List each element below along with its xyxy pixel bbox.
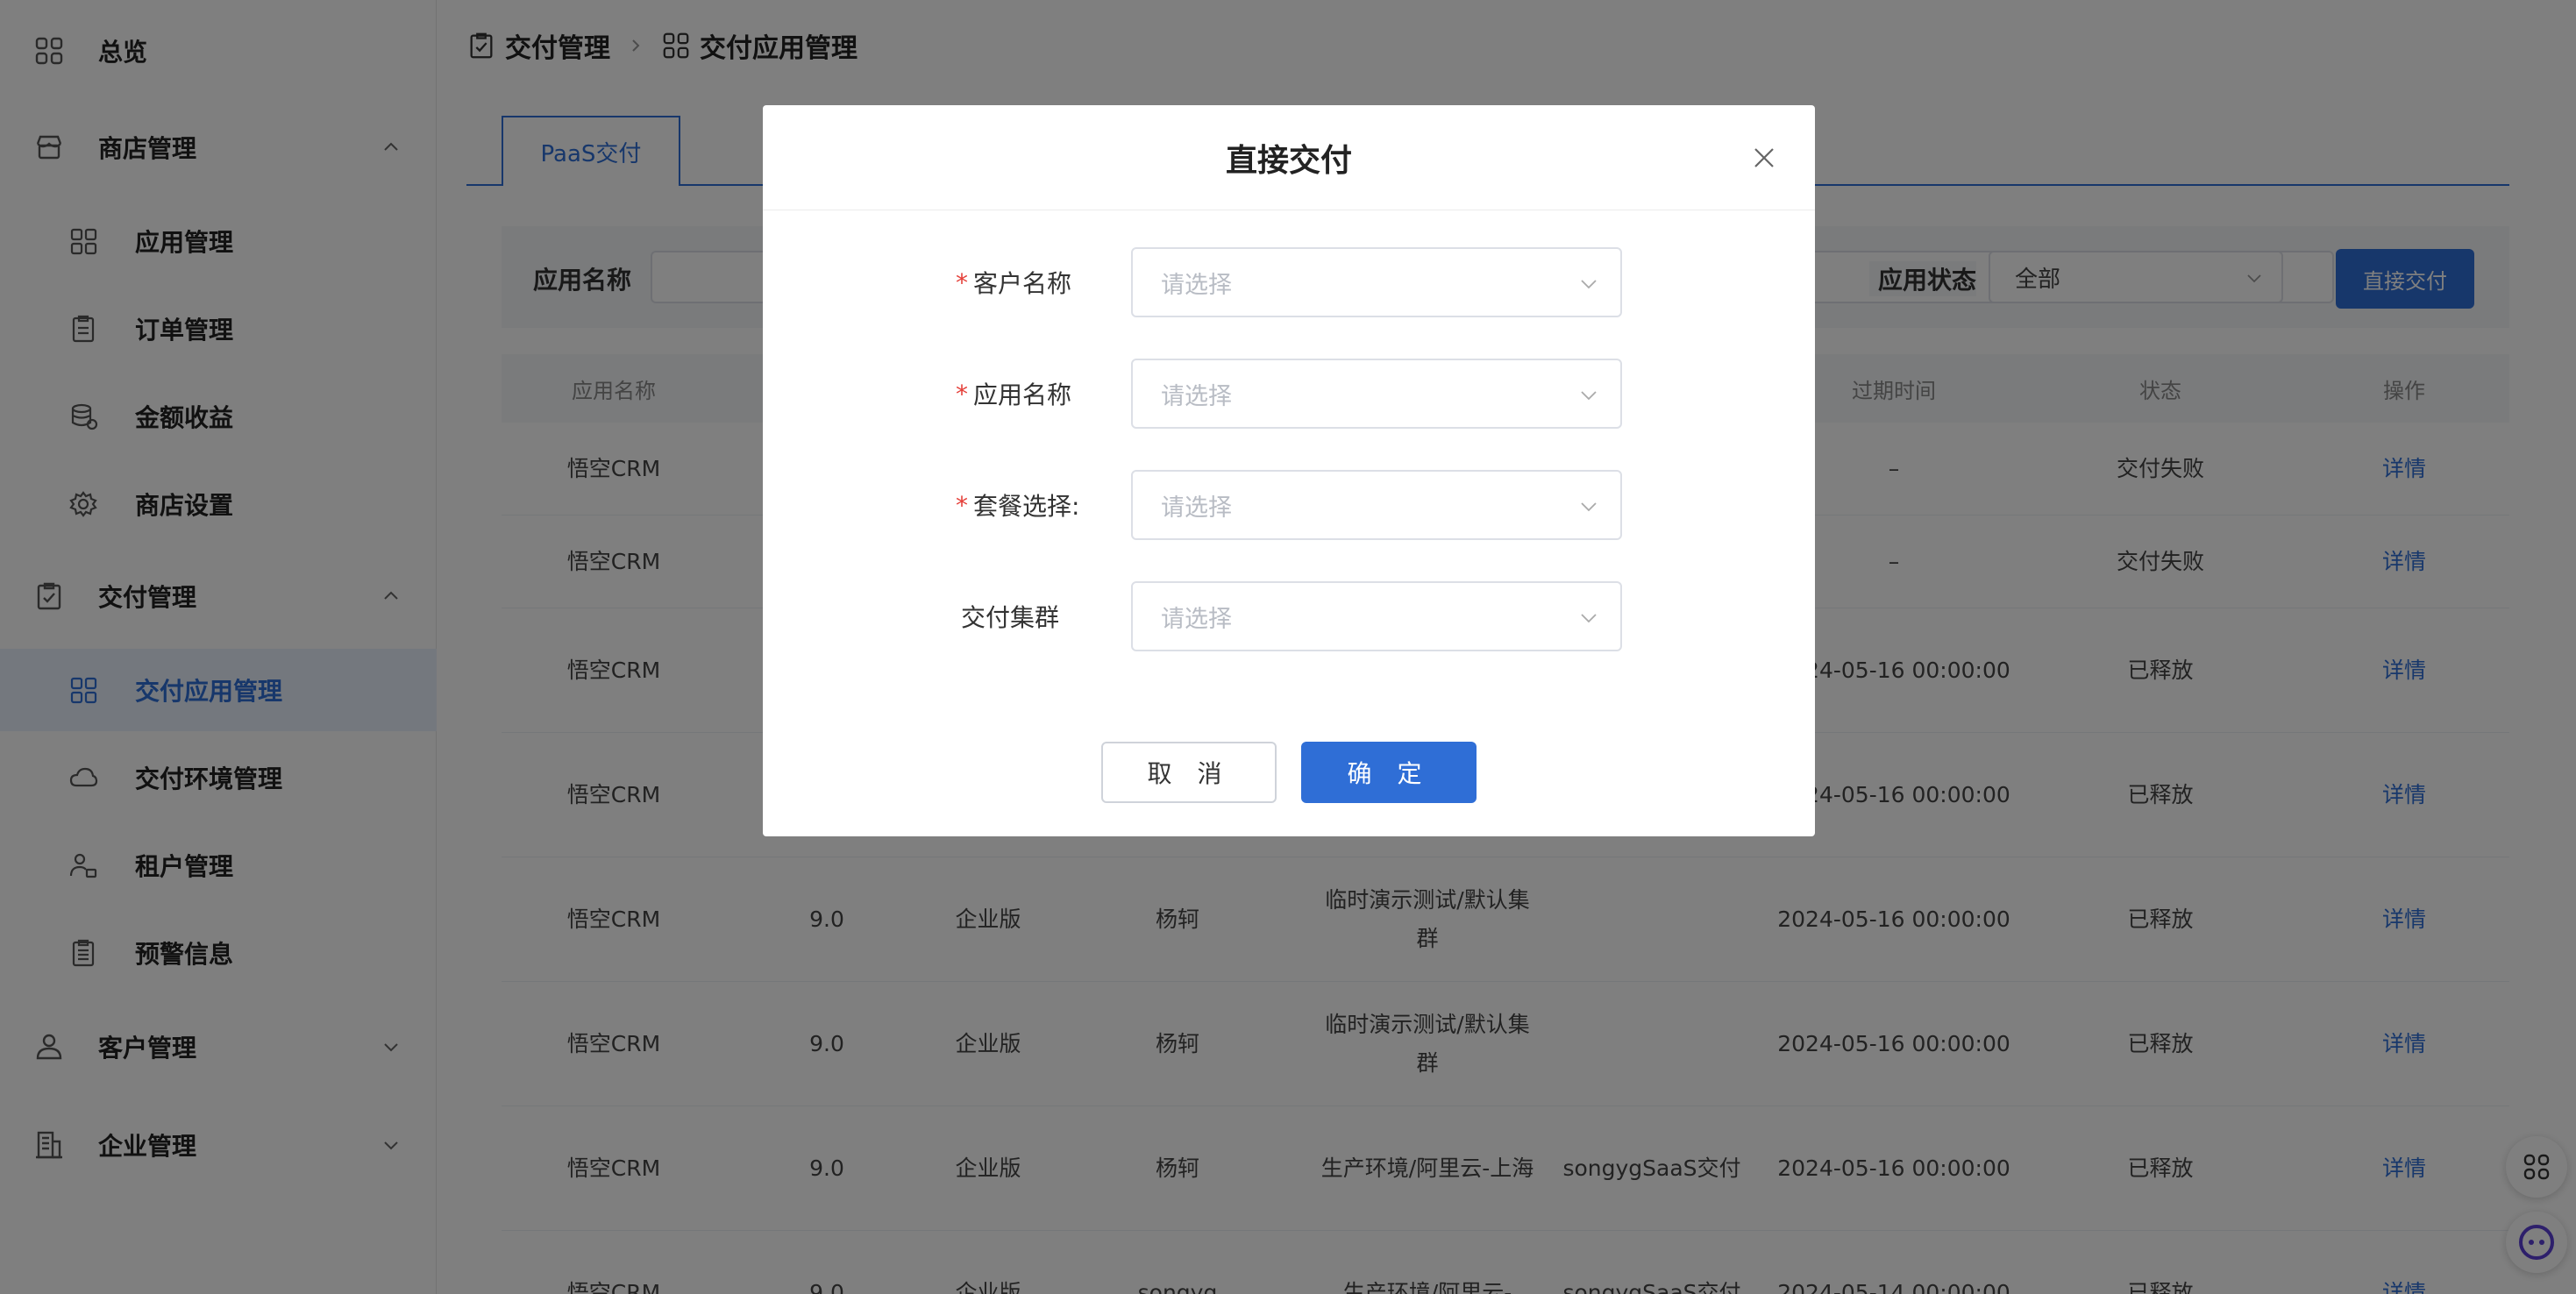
package-label-text: 套餐选择: [973,492,1080,521]
chevron-down-icon [1581,391,1597,401]
required-mark: * [956,490,968,520]
dialog-header: 直接交付 [763,105,1815,210]
cluster-field: 交付集群 请选择 [763,581,1815,651]
customer-name-label-text: 客户名称 [973,269,1072,298]
cluster-label: 交付集群 [956,581,1070,651]
customer-name-select[interactable]: 请选择 [1131,247,1622,317]
app-name-field: * 应用名称 请选择 [763,359,1815,429]
package-placeholder: 请选择 [1161,494,1232,522]
close-icon[interactable] [1748,142,1780,174]
confirm-button[interactable]: 确 定 [1301,742,1477,803]
cancel-button[interactable]: 取 消 [1101,742,1277,803]
package-field: * 套餐选择: 请选择 [763,470,1815,540]
app-name-label-text: 应用名称 [973,380,1072,409]
dialog-title: 直接交付 [1225,142,1352,179]
required-mark: * [956,267,968,297]
required-mark: * [956,379,968,409]
direct-delivery-dialog: 直接交付 * 客户名称 请选择 * 应用名称 请选择 * 套餐选择: 请选择 交付集群… [763,105,1815,836]
cluster-placeholder: 请选择 [1161,605,1232,633]
customer-name-field: * 客户名称 请选择 [763,247,1815,317]
package-select[interactable]: 请选择 [1131,470,1622,540]
cluster-select[interactable]: 请选择 [1131,581,1622,651]
package-label: * 套餐选择: [956,470,1079,540]
chevron-down-icon [1581,502,1597,512]
customer-name-placeholder: 请选择 [1161,271,1232,299]
app-name-placeholder: 请选择 [1161,382,1232,410]
app-name-label: * 应用名称 [956,359,1072,429]
app-name-select[interactable]: 请选择 [1131,359,1622,429]
chevron-down-icon [1581,280,1597,289]
chevron-down-icon [1581,614,1597,623]
cluster-label-text: 交付集群 [961,603,1060,632]
customer-name-label: * 客户名称 [956,247,1072,317]
